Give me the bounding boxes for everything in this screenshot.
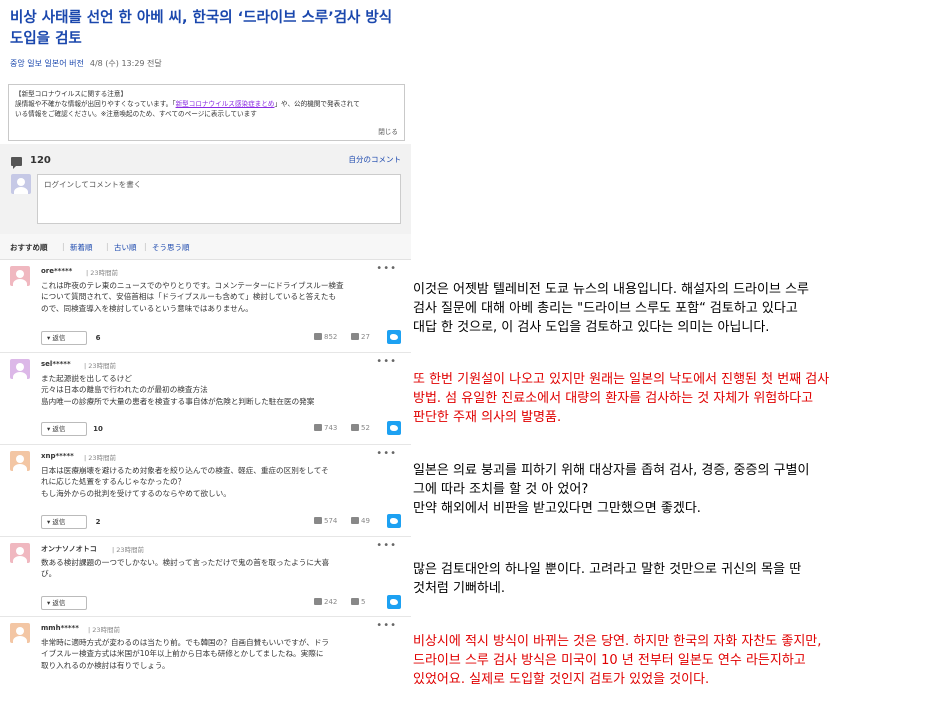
translation-block: 비상시에 적시 방식이 바뀌는 것은 당연. 하지만 한국의 자화 자찬도 좋지…	[413, 634, 822, 687]
twitter-share-icon[interactable]	[387, 330, 401, 344]
comment-item: mmh***** | 23時間前 ••• 非常時に適時方式が変わるのは当たり前。…	[0, 617, 411, 711]
comment-text: 非常時に適時方式が変わるのは当たり前。でも韓国の？自画自賛もいいですが、ドラ イブ…	[41, 638, 330, 670]
article-source[interactable]: 중앙 일보 일본어 버전	[10, 59, 84, 68]
comment-text: 日本は医療崩壊を避けるため対象者を絞り込んでの検査、軽症、重症の区別をしてそ れに…	[41, 466, 329, 498]
translation-block: 많은 검토대안의 하나일 뿐이다. 고려라고 말한 것만으로 귀신의 목을 딴것…	[413, 562, 802, 596]
comment-time: | 23時間前	[84, 454, 117, 462]
sort-divider: |	[106, 242, 109, 251]
notice-line-3: いる情報をご確認ください。※注意喚起のため、すべてのページに表示しています	[15, 110, 257, 118]
commenter-avatar	[10, 266, 30, 286]
sort-tab-recommended[interactable]: おすすめ順	[10, 242, 48, 253]
notice-line-1: 【新型コロナウイルスに関する注意】	[15, 90, 128, 98]
comment-text: 数ある検討課題の一つでしかない。検討って言っただけで鬼の首を取ったように大喜 び。	[41, 558, 330, 579]
reply-button[interactable]: ▾ 返信	[41, 331, 87, 345]
comment-page-panel: 비상 사태를 선언 한 아베 씨, 한국의 ‘드라이브 스루’검사 방식 도입을…	[0, 0, 411, 711]
reply-count: 2	[95, 518, 101, 526]
more-options-icon[interactable]: •••	[376, 263, 397, 274]
comment-text: これは昨夜のテレ東のニュースでのやりとりです。コメンテーターにドライブスルー検査…	[41, 281, 344, 313]
like-button[interactable]: 852	[314, 333, 337, 341]
comment-item: オンナソノオトコ | 23時間前 ••• 数ある検討課題の一つでしかない。検討っ…	[0, 537, 411, 617]
commenter-name[interactable]: xnp*****	[41, 452, 74, 460]
commenter-avatar	[10, 451, 30, 471]
comment-time: | 23時間前	[84, 362, 117, 370]
reply-button[interactable]: ▾ 返信	[41, 422, 87, 436]
notice-line-2: 誤情報や不確かな情報が出回りやすくなっています。「新型コロナウイルス感染症まとめ…	[15, 100, 360, 108]
commenter-name[interactable]: sel*****	[41, 360, 71, 368]
commenter-avatar	[10, 543, 30, 563]
comment-time: | 23時間前	[86, 269, 119, 277]
twitter-share-icon[interactable]	[387, 514, 401, 528]
thumbs-up-icon	[314, 598, 322, 605]
sort-tabs: おすすめ順 | 新着順 | 古い順 | そう思う順	[0, 234, 411, 260]
comment-item: sel***** | 23時間前 ••• また起源説を出してるけど 元々は日本の離…	[0, 353, 411, 445]
my-comments-link[interactable]: 自分のコメント	[349, 154, 402, 165]
sort-divider: |	[144, 242, 147, 251]
translation-block: 일본은 의료 붕괴를 피하기 위해 대상자를 좁혀 검사, 경증, 중증의 구별…	[413, 463, 810, 516]
article-meta: 중앙 일보 일본어 버전 4/8 (수) 13:29 전달	[10, 58, 162, 69]
thumbs-down-icon	[351, 598, 359, 605]
more-options-icon[interactable]: •••	[376, 356, 397, 367]
like-button[interactable]: 574	[314, 517, 337, 525]
comment-item: ore***** | 23時間前 ••• これは昨夜のテレ東のニュースでのやりと…	[0, 260, 411, 353]
dislike-button[interactable]: 5	[351, 598, 365, 606]
thumbs-down-icon	[351, 424, 359, 431]
thumbs-down-icon	[351, 517, 359, 524]
more-options-icon[interactable]: •••	[376, 620, 397, 631]
thumbs-up-icon	[314, 333, 322, 340]
twitter-share-icon[interactable]	[387, 421, 401, 435]
reply-count: 10	[93, 425, 103, 433]
sort-tab-agree[interactable]: そう思う順	[152, 242, 190, 253]
thumbs-down-icon	[351, 333, 359, 340]
translation-block: 또 한번 기원설이 나오고 있지만 원래는 일본의 낙도에서 진행된 첫 번째 …	[413, 372, 830, 425]
commenter-name[interactable]: mmh*****	[41, 624, 79, 632]
comment-time: | 23時間前	[88, 626, 121, 634]
commenter-avatar	[10, 623, 30, 643]
covid-summary-link[interactable]: 新型コロナウイルス感染症まとめ	[176, 100, 275, 108]
more-options-icon[interactable]: •••	[376, 540, 397, 551]
reply-button[interactable]: ▾ 返信	[41, 515, 87, 529]
reply-count: 6	[95, 334, 101, 342]
covid-notice-box: 【新型コロナウイルスに関する注意】 誤情報や不確かな情報が出回りやすくなっていま…	[8, 84, 405, 141]
more-options-icon[interactable]: •••	[376, 448, 397, 459]
comment-input[interactable]: ログインしてコメントを書く	[37, 174, 401, 224]
translation-block: 이것은 어젯밤 텔레비전 도쿄 뉴스의 내용입니다. 해설자의 드라이브 스루 검…	[413, 282, 809, 335]
sort-divider: |	[62, 242, 65, 251]
comment-bubble-icon	[11, 157, 22, 169]
like-button[interactable]: 242	[314, 598, 337, 606]
dislike-button[interactable]: 49	[351, 517, 370, 525]
sort-tab-newest[interactable]: 新着順	[70, 242, 93, 253]
reply-button[interactable]: ▾ 返信	[41, 596, 87, 610]
comment-item: xnp***** | 23時間前 ••• 日本は医療崩壊を避けるため対象者を絞り…	[0, 445, 411, 537]
article-title[interactable]: 비상 사태를 선언 한 아베 씨, 한국의 ‘드라이브 스루’검사 방식 도입을…	[10, 8, 405, 50]
sort-tab-oldest[interactable]: 古い順	[114, 242, 137, 253]
commenter-name[interactable]: ore*****	[41, 267, 72, 275]
notice-close-button[interactable]: 閉じる	[378, 127, 398, 137]
twitter-share-icon[interactable]	[387, 595, 401, 609]
like-button[interactable]: 743	[314, 424, 337, 432]
article-date: 4/8 (수) 13:29 전달	[89, 59, 162, 68]
comment-text: また起源説を出してるけど 元々は日本の離島で行われたのが最初の検査方法 島内唯一の診…	[41, 374, 315, 406]
thumbs-up-icon	[314, 424, 322, 431]
commenter-name[interactable]: オンナソノオトコ	[41, 544, 97, 554]
comment-count: 120	[30, 155, 51, 166]
comment-time: | 23時間前	[112, 546, 145, 554]
user-avatar-icon	[11, 174, 31, 194]
dislike-button[interactable]: 52	[351, 424, 370, 432]
dislike-button[interactable]: 27	[351, 333, 370, 341]
commenter-avatar	[10, 359, 30, 379]
thumbs-up-icon	[314, 517, 322, 524]
